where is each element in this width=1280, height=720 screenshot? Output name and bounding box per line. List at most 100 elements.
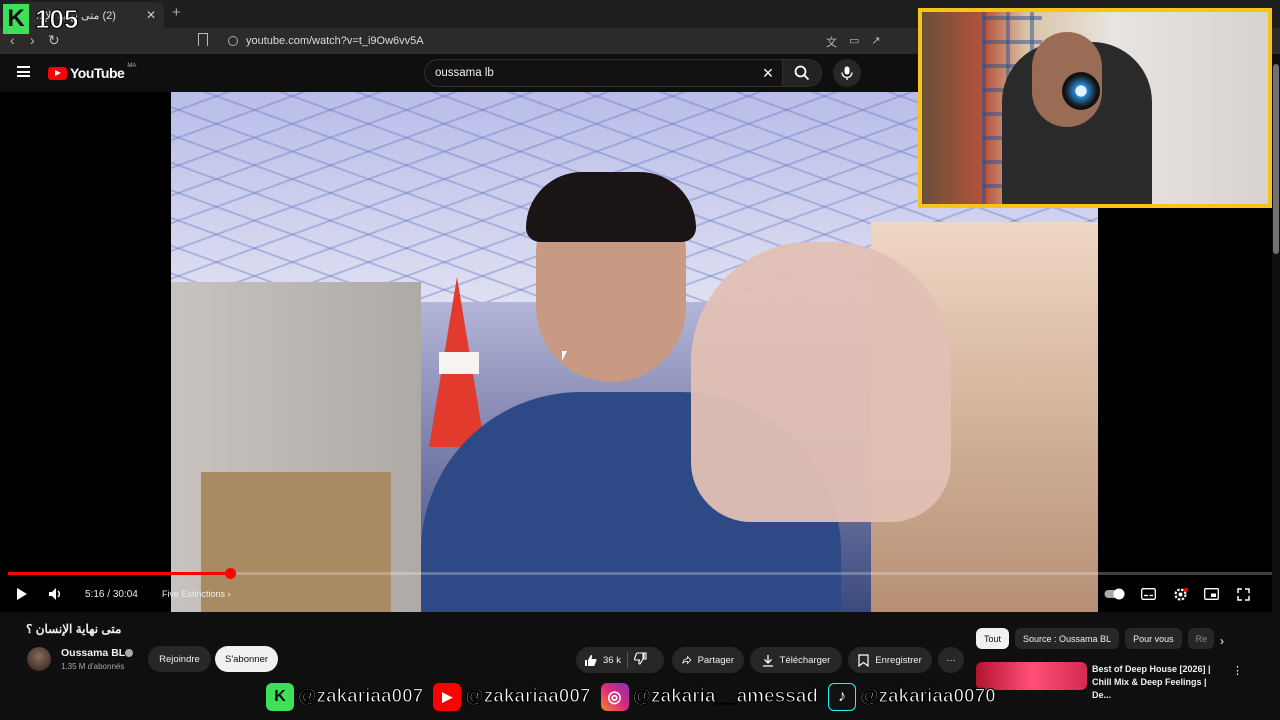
chip-recent[interactable]: Re [1187, 628, 1214, 649]
page-scrollbar[interactable] [1272, 54, 1280, 690]
bookmark-save-icon [858, 653, 869, 667]
player-controls: 5:16 / 30:04 Five Extinctions › [0, 582, 1280, 606]
thumbs-up-icon [585, 654, 597, 666]
search-box: × [424, 59, 782, 87]
search-input[interactable] [435, 67, 754, 79]
join-button[interactable]: Rejoindre [148, 646, 211, 672]
social-handles-bar: K @zakariaa007 ▶ @zakariaa007 ◎ @zakaria… [266, 680, 1002, 714]
scrubber-handle[interactable] [224, 568, 236, 579]
recommendation-menu-icon[interactable]: ⋮ [1232, 664, 1243, 677]
subtitles-icon [1140, 588, 1156, 600]
chapter-button[interactable]: Five Extinctions › [162, 582, 231, 606]
filter-chips: Tout Source : Oussama BL Pour vous Re [976, 628, 1214, 649]
current-time: 5:16 [85, 588, 105, 600]
gear-icon [1173, 587, 1188, 601]
kick-handle: @zakariaa007 [297, 685, 424, 707]
progress-fill [8, 572, 230, 575]
channel-avatar[interactable] [27, 647, 51, 671]
fullscreen-icon [1236, 587, 1250, 601]
subscribe-label: S'abonner [225, 653, 269, 665]
search-icon [794, 65, 810, 81]
share-label: Partager [697, 654, 734, 666]
autoplay-toggle-icon [1104, 588, 1125, 600]
miniplayer-icon [1203, 588, 1219, 600]
instagram-icon: ◎ [600, 683, 629, 711]
url-text: youtube.com/watch?v=t_i9Ow6vv5A [246, 35, 424, 47]
more-icon: ··· [946, 654, 956, 666]
voice-search-button[interactable] [833, 59, 861, 87]
like-dislike-group: 36 k [576, 647, 664, 673]
chip-all[interactable]: Tout [976, 628, 1010, 649]
more-actions-button[interactable]: ··· [938, 647, 964, 673]
save-button[interactable]: Enregistrer [848, 647, 932, 673]
chips-next-icon[interactable]: › [1220, 634, 1224, 648]
save-label: Enregistrer [875, 654, 922, 666]
instagram-handle: @zakaria__amessad [632, 685, 819, 707]
country-code: MA [127, 63, 137, 69]
duration: 30:04 [112, 588, 138, 600]
miniplayer-button[interactable] [1203, 582, 1219, 606]
headset-icon [1062, 72, 1100, 110]
download-label: Télécharger [779, 654, 831, 666]
address-bar-actions: 文 ▭ ↗ [826, 34, 881, 50]
video-title: متى نهاية الإنسان ؟ [26, 622, 122, 636]
kick-logo-icon: K [3, 4, 29, 34]
share-button[interactable]: Partager [672, 647, 744, 673]
presenter-hair [526, 172, 696, 242]
progress-bar[interactable] [8, 568, 1272, 579]
youtube-icon: ▶ [433, 683, 462, 711]
menu-icon[interactable] [17, 66, 30, 77]
volume-icon [49, 588, 60, 600]
dislike-button[interactable] [633, 652, 647, 668]
chip-for-you[interactable]: Pour vous [1125, 628, 1182, 649]
subscriber-count: 1,35 M d'abonnés [61, 662, 125, 671]
play-button[interactable] [14, 582, 30, 606]
new-tab-button[interactable]: + [172, 4, 181, 21]
download-button[interactable]: Télécharger [750, 647, 842, 673]
logo-text: YouTube [70, 65, 125, 81]
kick-viewer-badge: K 105 [3, 3, 93, 35]
fullscreen-button[interactable] [1235, 582, 1251, 606]
share-icon [682, 655, 692, 665]
tiktok-icon: ♪ [827, 683, 856, 711]
time-separator: / [104, 588, 113, 600]
cast-icon[interactable]: ▭ [849, 34, 859, 50]
webcam-feed [922, 12, 1268, 204]
settings-button[interactable] [1171, 582, 1189, 606]
mouse-cursor-icon [562, 351, 567, 361]
subscribe-button[interactable]: S'abonner [215, 646, 278, 672]
play-icon [17, 588, 27, 600]
autoplay-toggle[interactable] [1104, 582, 1126, 606]
kick-icon: K [266, 683, 294, 711]
clear-search-icon[interactable]: × [754, 59, 782, 87]
like-button[interactable]: 36 k [584, 654, 621, 667]
translate-icon[interactable]: 文 [826, 34, 837, 50]
like-divider [626, 652, 628, 668]
share-page-icon[interactable]: ↗ [871, 34, 880, 50]
volume-button[interactable] [46, 582, 64, 606]
tiktok-handle: @zakariaa0070 [859, 685, 996, 707]
like-count: 36 k [603, 654, 621, 666]
traffic-cone-stripe [439, 352, 479, 374]
microphone-icon [841, 66, 853, 80]
time-display: 5:16 / 30:04 [85, 582, 138, 606]
subtitles-button[interactable] [1140, 582, 1156, 606]
presenter-hand [691, 242, 951, 522]
bookmark-icon[interactable] [198, 33, 208, 46]
channel-name[interactable]: Oussama BL [61, 647, 125, 659]
youtube-logo[interactable]: YouTube MA [48, 63, 137, 81]
recommendation-title[interactable]: Best of Deep House [2026] | Chill Mix & … [1092, 663, 1227, 702]
tab-close-icon[interactable]: ✕ [146, 8, 156, 22]
address-bar[interactable]: youtube.com/watch?v=t_i9Ow6vv5A [218, 31, 918, 51]
chapter-title: Five Extinctions [162, 589, 226, 599]
thumbs-down-icon [633, 652, 647, 665]
site-info-icon[interactable] [228, 36, 238, 46]
chip-source[interactable]: Source : Oussama BL [1015, 628, 1120, 649]
verified-icon [125, 649, 133, 657]
search-button[interactable] [782, 59, 822, 87]
webcam-overlay [918, 8, 1272, 208]
download-icon [762, 654, 773, 667]
youtube-play-icon [48, 66, 67, 80]
chapter-chevron-icon: › [227, 589, 231, 599]
scrollbar-thumb[interactable] [1273, 64, 1279, 254]
